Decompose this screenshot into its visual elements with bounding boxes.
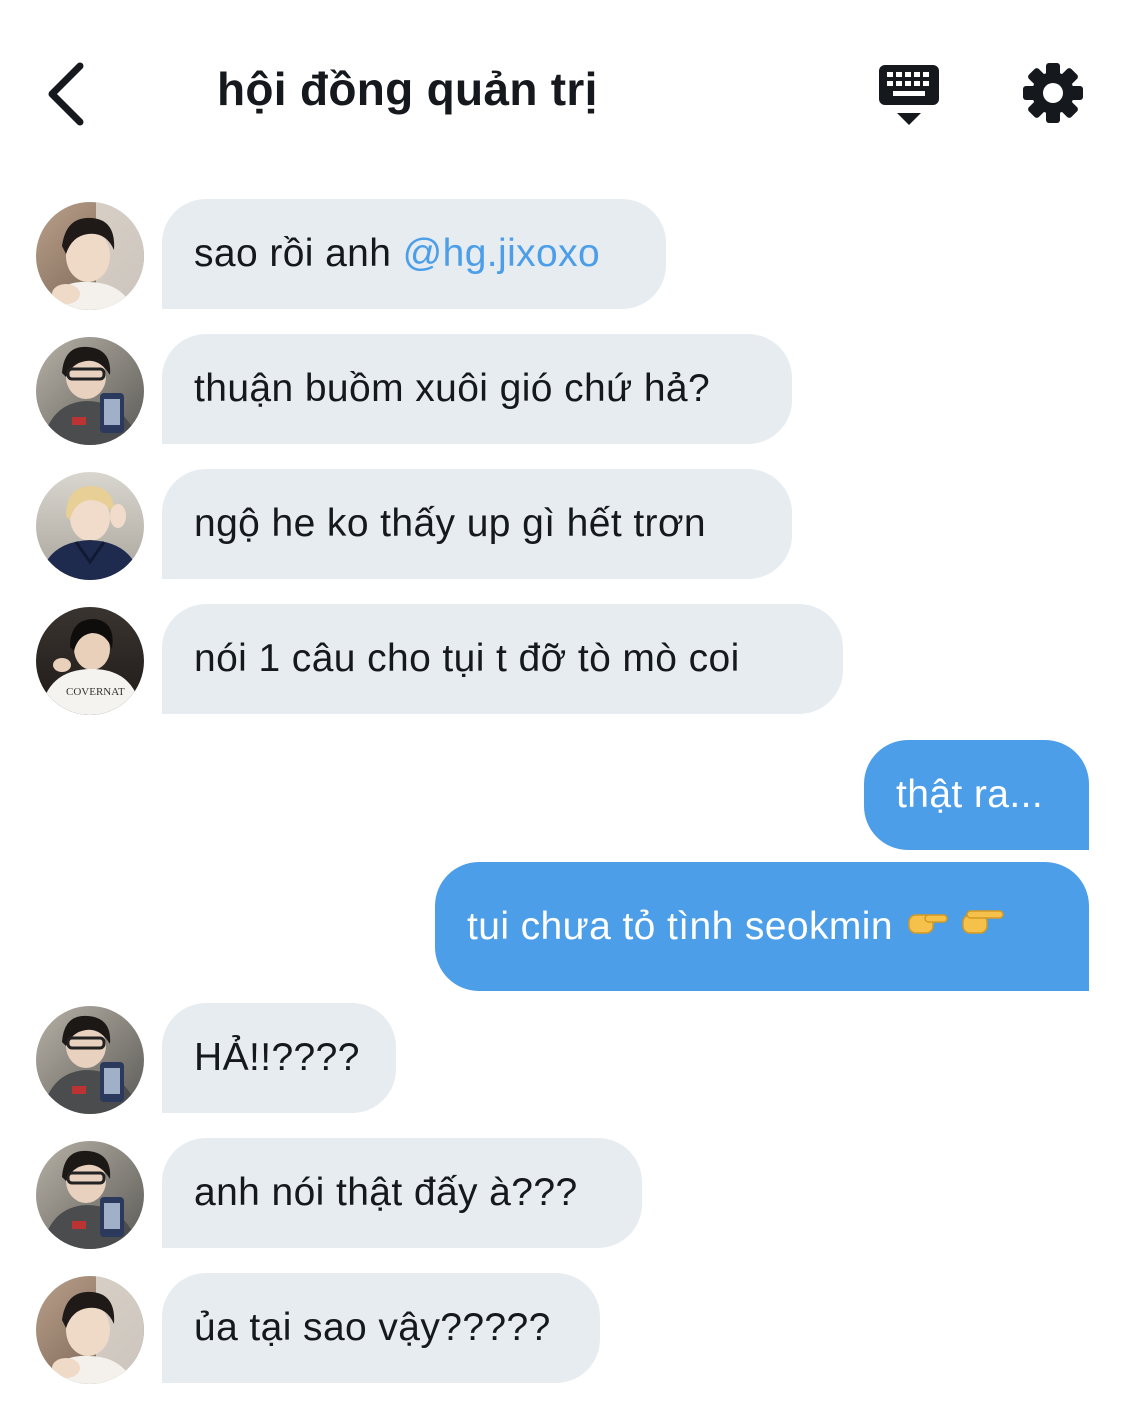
avatar[interactable] (36, 472, 144, 580)
avatar[interactable] (36, 337, 144, 445)
avatar[interactable] (36, 202, 144, 310)
message-bubble-incoming: ủa tại sao vậy????? (162, 1273, 600, 1383)
message-text: nói 1 câu cho tụi t đỡ tò mò coi (194, 637, 740, 680)
message-text: tui chưa tỏ tình seokmin (467, 904, 893, 948)
avatar[interactable] (36, 1141, 144, 1249)
chat-title: hội đồng quản trị (217, 63, 598, 115)
pointing-hands-icon (907, 905, 1007, 949)
gear-icon (1023, 63, 1083, 123)
message-bubble-incoming: ngộ he ko thấy up gì hết trơn (162, 469, 792, 579)
settings-button[interactable] (1022, 62, 1084, 124)
chevron-left-icon (48, 62, 84, 126)
message-text: HẢ!!???? (194, 1036, 360, 1079)
keyboard-icon (879, 65, 939, 125)
message-text: thật ra... (896, 773, 1044, 816)
message-bubble-incoming: thuận buồm xuôi gió chứ hả? (162, 334, 792, 444)
message-text: ngộ he ko thấy up gì hết trơn (194, 502, 707, 545)
message-bubble-incoming: HẢ!!???? (162, 1003, 396, 1113)
avatar[interactable]: COVERNAT (36, 607, 144, 715)
keyboard-button[interactable] (876, 62, 942, 130)
message-bubble-outgoing: tui chưa tỏ tình seokmin (435, 862, 1089, 991)
message-text: thuận buồm xuôi gió chứ hả? (194, 367, 711, 410)
avatar[interactable] (36, 1006, 144, 1114)
chat-header: hội đồng quản trị (0, 0, 1125, 180)
back-button[interactable] (42, 60, 90, 128)
svg-text:COVERNAT: COVERNAT (66, 686, 125, 698)
avatar[interactable] (36, 1276, 144, 1384)
message-bubble-outgoing: thật ra... (864, 740, 1089, 850)
message-text: anh nói thật đấy à??? (194, 1171, 578, 1214)
message-bubble-incoming: nói 1 câu cho tụi t đỡ tò mò coi (162, 604, 843, 714)
mention-link[interactable]: @hg.jixoxo (403, 232, 601, 276)
message-text: sao rồi anh (194, 232, 403, 275)
message-bubble-incoming: sao rồi anh @hg.jixoxo (162, 199, 666, 309)
message-text: ủa tại sao vậy????? (194, 1306, 551, 1349)
message-bubble-incoming: anh nói thật đấy à??? (162, 1138, 642, 1248)
